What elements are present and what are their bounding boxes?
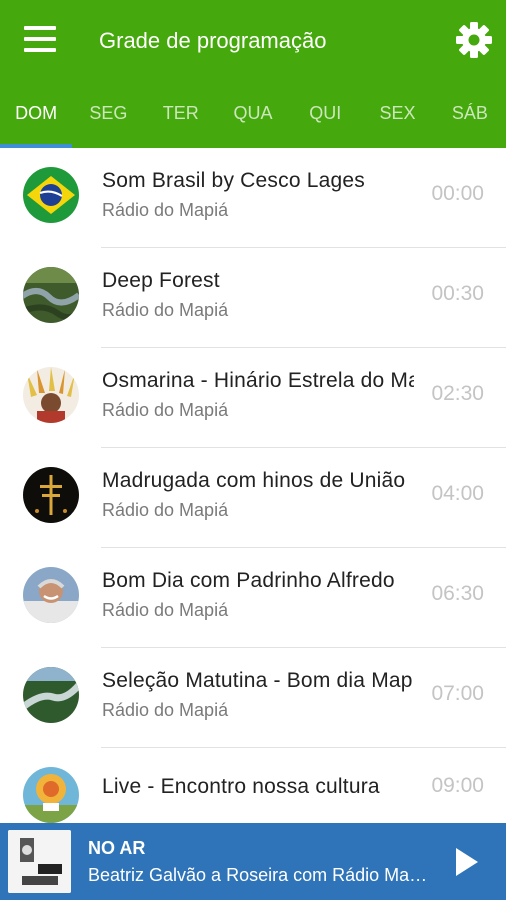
program-title: Live - Encontro nossa cultura bbox=[102, 775, 380, 798]
program-time: 02:30 bbox=[431, 382, 484, 405]
program-time: 06:30 bbox=[431, 582, 484, 605]
tab-dom[interactable]: DOM bbox=[0, 86, 73, 148]
radio-station-logo bbox=[8, 830, 71, 893]
top-app-bar: Grade de programação DOM SEG TER QUA QUI… bbox=[0, 0, 506, 148]
program-station: Rádio do Mapiá bbox=[102, 300, 229, 320]
program-time: 00:00 bbox=[431, 182, 484, 205]
program-title: Som Brasil by Cesco Lages bbox=[102, 169, 365, 192]
program-title: Madrugada com hinos de União bbox=[102, 469, 406, 492]
on-air-label: NO AR bbox=[88, 838, 146, 858]
tab-seg[interactable]: SEG bbox=[72, 86, 144, 148]
program-station: Rádio do Mapiá bbox=[102, 600, 229, 620]
menu-icon[interactable] bbox=[22, 26, 58, 56]
day-tabs: DOM SEG TER QUA QUI SEX SÁB bbox=[0, 86, 506, 148]
play-icon[interactable] bbox=[454, 846, 480, 878]
tab-qui[interactable]: QUI bbox=[289, 86, 361, 148]
program-title: Bom Dia com Padrinho Alfredo bbox=[102, 569, 395, 592]
now-playing-bar[interactable]: NO AR Beatriz Galvão a Roseira com Rádio… bbox=[0, 823, 506, 900]
program-station: Rádio do Mapiá bbox=[102, 200, 229, 220]
river-aerial-avatar bbox=[23, 667, 79, 723]
program-station: Rádio do Mapiá bbox=[102, 500, 229, 520]
now-playing-track: Beatriz Galvão a Roseira com Rádio Mapiá bbox=[88, 865, 433, 885]
schedule-item[interactable]: Som Brasil by Cesco Lages Rádio do Mapiá… bbox=[0, 148, 506, 248]
schedule-item[interactable]: Deep Forest Rádio do Mapiá 00:30 bbox=[0, 248, 506, 348]
schedule-list: Som Brasil by Cesco Lages Rádio do Mapiá… bbox=[0, 148, 506, 848]
tab-ter[interactable]: TER bbox=[145, 86, 217, 148]
tab-qua[interactable]: QUA bbox=[217, 86, 289, 148]
gear-icon[interactable] bbox=[454, 20, 494, 60]
sun-drawing-avatar bbox=[23, 767, 79, 823]
program-title: Seleção Matutina - Bom dia Mapiá bbox=[102, 669, 414, 692]
program-time: 07:00 bbox=[431, 682, 484, 705]
cross-night-avatar bbox=[23, 467, 79, 523]
program-title: Deep Forest bbox=[102, 269, 220, 292]
program-time: 09:00 bbox=[431, 774, 484, 797]
program-time: 00:30 bbox=[431, 282, 484, 305]
schedule-item[interactable]: Bom Dia com Padrinho Alfredo Rádio do Ma… bbox=[0, 548, 506, 648]
schedule-item[interactable]: Osmarina - Hinário Estrela do Mar Rádio … bbox=[0, 348, 506, 448]
brazil-flag-avatar bbox=[23, 167, 79, 223]
feather-headdress-avatar bbox=[23, 367, 79, 423]
tab-sab[interactable]: SÁB bbox=[434, 86, 506, 148]
man-portrait-avatar bbox=[23, 567, 79, 623]
schedule-item[interactable]: Seleção Matutina - Bom dia Mapiá Rádio d… bbox=[0, 648, 506, 748]
forest-river-avatar bbox=[23, 267, 79, 323]
app-root: Grade de programação DOM SEG TER QUA QUI… bbox=[0, 0, 506, 900]
program-time: 04:00 bbox=[431, 482, 484, 505]
program-station: Rádio do Mapiá bbox=[102, 700, 229, 720]
page-title: Grade de programação bbox=[99, 28, 327, 53]
program-station: Rádio do Mapiá bbox=[102, 400, 229, 420]
program-title: Osmarina - Hinário Estrela do Mar bbox=[102, 369, 414, 392]
schedule-item[interactable]: Madrugada com hinos de União Rádio do Ma… bbox=[0, 448, 506, 548]
tab-sex[interactable]: SEX bbox=[361, 86, 433, 148]
